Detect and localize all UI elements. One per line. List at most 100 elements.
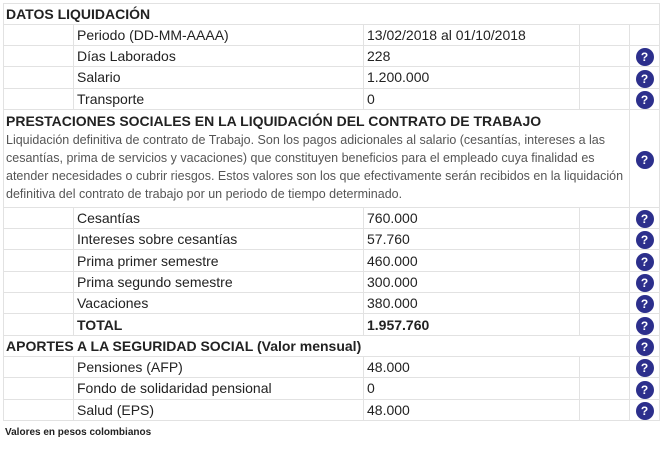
indent-cell — [3, 398, 74, 421]
value-salario: 1.200.000 — [363, 66, 580, 89]
value-dias-laborados: 228 — [363, 44, 580, 68]
help-icon[interactable]: ? — [635, 90, 654, 109]
blank-cell — [579, 206, 630, 230]
help-cell: ? — [629, 108, 660, 208]
help-icon[interactable]: ? — [635, 316, 654, 335]
value-periodo: 13/02/2018 al 01/10/2018 — [363, 24, 580, 46]
row-salud: Salud (EPS) 48.000 ? — [3, 398, 660, 421]
blank-cell — [579, 228, 630, 251]
indent-cell — [3, 249, 74, 272]
row-cesantias: Cesantías 760.000 ? — [3, 206, 660, 230]
value-fondo-solidaridad: 0 — [363, 377, 580, 400]
indent-cell — [3, 313, 74, 336]
blank-cell — [579, 313, 630, 336]
help-cell: ? — [629, 292, 660, 315]
help-icon[interactable]: ? — [635, 274, 654, 293]
prestaciones-description: Liquidación definitiva de contrato de Tr… — [6, 132, 624, 201]
blank-cell — [579, 377, 630, 400]
section-header-datos: DATOS LIQUIDACIÓN — [3, 3, 660, 25]
row-prima-segundo: Prima segundo semestre 300.000 ? — [3, 270, 660, 294]
section-title-datos: DATOS LIQUIDACIÓN — [3, 3, 660, 25]
help-icon[interactable]: ? — [635, 401, 654, 420]
indent-cell — [3, 228, 74, 251]
value-cesantias: 760.000 — [363, 206, 580, 230]
indent-cell — [3, 206, 74, 230]
row-vacaciones: Vacaciones 380.000 ? — [3, 292, 660, 315]
row-transporte: Transporte 0 ? — [3, 87, 660, 110]
row-pensiones: Pensiones (AFP) 48.000 ? — [3, 355, 660, 379]
help-cell: ? — [629, 270, 660, 294]
label-dias-laborados: Días Laborados — [73, 44, 364, 68]
value-prima-segundo: 300.000 — [363, 270, 580, 294]
blank-cell — [579, 398, 630, 421]
liquidation-table: DATOS LIQUIDACIÓN Periodo (DD-MM-AAAA) 1… — [3, 3, 660, 421]
row-prima-primer: Prima primer semestre 460.000 ? — [3, 249, 660, 272]
help-icon[interactable]: ? — [635, 337, 654, 356]
help-cell: ? — [629, 313, 660, 336]
indent-cell — [3, 355, 74, 379]
blank-cell — [579, 292, 630, 315]
row-periodo: Periodo (DD-MM-AAAA) 13/02/2018 al 01/10… — [3, 24, 660, 46]
section-title-aportes: APORTES A LA SEGURIDAD SOCIAL (Valor men… — [3, 334, 630, 357]
blank-cell — [579, 355, 630, 379]
help-cell: ? — [629, 66, 660, 89]
indent-cell — [3, 66, 74, 89]
label-total: TOTAL — [73, 313, 364, 336]
label-fondo-solidaridad: Fondo de solidaridad pensional — [73, 377, 364, 400]
help-icon[interactable]: ? — [635, 295, 654, 314]
row-dias-laborados: Días Laborados 228 ? — [3, 44, 660, 68]
value-transporte: 0 — [363, 87, 580, 110]
section-header-aportes: APORTES A LA SEGURIDAD SOCIAL (Valor men… — [3, 334, 660, 357]
help-icon[interactable]: ? — [635, 359, 654, 378]
indent-cell — [3, 270, 74, 294]
prestaciones-description-cell: PRESTACIONES SOCIALES EN LA LIQUIDACIÓN … — [3, 108, 630, 208]
help-icon[interactable]: ? — [635, 231, 654, 250]
row-total: TOTAL 1.957.760 ? — [3, 313, 660, 336]
help-cell: ? — [629, 249, 660, 272]
indent-cell — [3, 87, 74, 110]
blank-cell — [579, 44, 630, 68]
help-icon[interactable]: ? — [635, 380, 654, 399]
label-salario: Salario — [73, 66, 364, 89]
label-vacaciones: Vacaciones — [73, 292, 364, 315]
help-cell: ? — [629, 44, 660, 68]
label-prima-segundo: Prima segundo semestre — [73, 270, 364, 294]
indent-cell — [3, 377, 74, 400]
currency-footnote: Valores en pesos colombianos — [5, 426, 152, 438]
help-cell: ? — [629, 398, 660, 421]
help-cell: ? — [629, 206, 660, 230]
help-cell: ? — [629, 377, 660, 400]
help-cell: ? — [629, 228, 660, 251]
value-salud: 48.000 — [363, 398, 580, 421]
help-cell: ? — [629, 87, 660, 110]
help-icon[interactable]: ? — [635, 48, 654, 67]
row-salario: Salario 1.200.000 ? — [3, 66, 660, 89]
value-total: 1.957.760 — [363, 313, 580, 336]
label-pensiones: Pensiones (AFP) — [73, 355, 364, 379]
value-prima-primer: 460.000 — [363, 249, 580, 272]
blank-cell — [579, 24, 630, 46]
indent-cell — [3, 292, 74, 315]
liquidation-summary: DATOS LIQUIDACIÓN Periodo (DD-MM-AAAA) 1… — [3, 3, 660, 438]
label-prima-primer: Prima primer semestre — [73, 249, 364, 272]
value-intereses-cesantias: 57.760 — [363, 228, 580, 251]
label-cesantias: Cesantías — [73, 206, 364, 230]
help-icon[interactable]: ? — [635, 210, 654, 229]
label-transporte: Transporte — [73, 87, 364, 110]
blank-cell — [579, 249, 630, 272]
help-icon[interactable]: ? — [635, 69, 654, 88]
section-prestaciones-intro: PRESTACIONES SOCIALES EN LA LIQUIDACIÓN … — [3, 108, 660, 208]
help-cell: ? — [629, 334, 660, 357]
help-cell-empty — [629, 24, 660, 46]
blank-cell — [579, 270, 630, 294]
help-icon[interactable]: ? — [635, 150, 654, 169]
row-intereses-cesantias: Intereses sobre cesantías 57.760 ? — [3, 228, 660, 251]
value-vacaciones: 380.000 — [363, 292, 580, 315]
blank-cell — [579, 66, 630, 89]
blank-cell — [579, 87, 630, 110]
section-title-prestaciones: PRESTACIONES SOCIALES EN LA LIQUIDACIÓN … — [6, 112, 542, 129]
help-icon[interactable]: ? — [635, 252, 654, 271]
value-pensiones: 48.000 — [363, 355, 580, 379]
label-periodo: Periodo (DD-MM-AAAA) — [73, 24, 364, 46]
indent-cell — [3, 24, 74, 46]
